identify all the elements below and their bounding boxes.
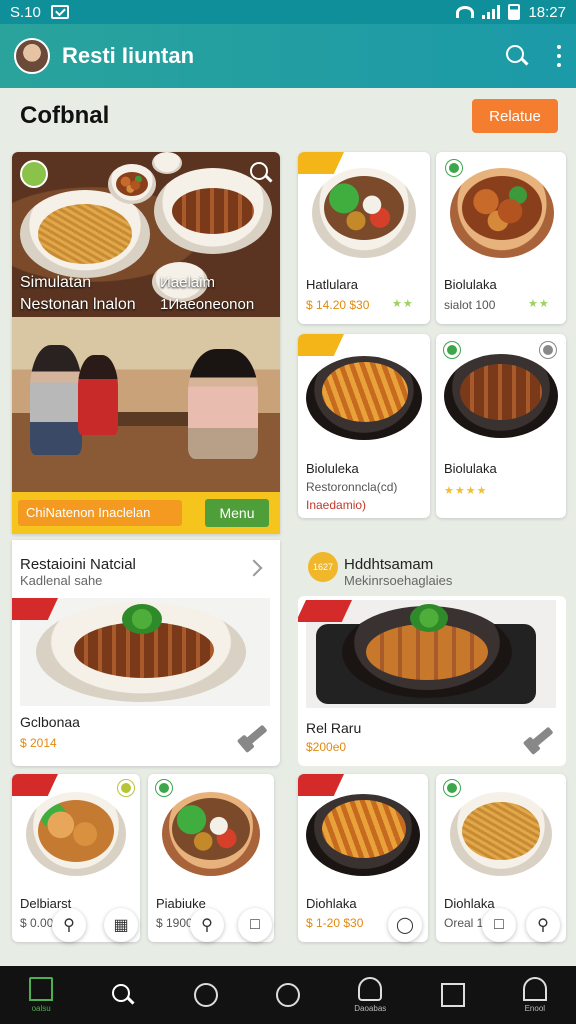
dish-description: Restoronncla(cd) bbox=[306, 480, 398, 494]
nonveg-icon bbox=[540, 342, 556, 358]
dish-name: Biolulaka bbox=[444, 277, 497, 292]
wifi-icon bbox=[456, 6, 475, 18]
section-title: Cofbnal bbox=[20, 102, 110, 129]
more-icon[interactable] bbox=[556, 45, 562, 67]
restaurant-subtitle: Kadlenal sahe bbox=[20, 573, 103, 588]
restaurant-logo-icon bbox=[20, 160, 48, 188]
chat-icon[interactable]: □ bbox=[482, 908, 516, 942]
dish-name: Diohlaka bbox=[444, 896, 495, 911]
nav-search[interactable] bbox=[93, 966, 153, 1024]
nav-profile-label: Enool bbox=[524, 1004, 546, 1013]
search-icon[interactable] bbox=[506, 45, 528, 67]
relatue-button[interactable]: Relatue bbox=[472, 99, 558, 133]
dish-price: $200e0 bbox=[306, 740, 347, 754]
hero-promo-label[interactable]: ChiNatenon Inaclelan bbox=[18, 500, 182, 526]
dish-tile[interactable]: Bioluleka Restoronncla(cd) Inaedamio) bbox=[298, 334, 430, 518]
nav-home-label: oalsu bbox=[31, 1004, 51, 1013]
rating-stars: ★★★★ bbox=[444, 485, 488, 497]
profile-icon bbox=[522, 977, 547, 1001]
app-actions bbox=[506, 45, 562, 67]
veg-icon bbox=[156, 780, 172, 796]
restaurant-list-card[interactable]: 1627 Hddhtsamam Mekinrsoehaglaies Rel Ra… bbox=[298, 540, 566, 766]
dish-price: $ 14.20 $30 bbox=[306, 298, 370, 312]
dish-price: $ 2014 bbox=[20, 736, 57, 750]
dish-tile[interactable]: Hatlulara $ 14.20 $30 ★★ bbox=[298, 152, 430, 324]
tag-badge bbox=[298, 774, 344, 796]
dish-price: sialot 100 bbox=[444, 298, 496, 312]
square-icon bbox=[440, 983, 465, 1007]
restaurant-badge: 1627 bbox=[308, 552, 338, 582]
restaurant-name: Restaioini Natcial bbox=[20, 556, 136, 573]
chat-icon[interactable]: ◯ bbox=[388, 908, 422, 942]
dish-name: Bioluleka bbox=[306, 461, 359, 476]
battery-icon bbox=[508, 4, 521, 20]
tag-badge bbox=[12, 774, 58, 796]
dish-name: Rel Raru bbox=[306, 720, 362, 736]
nav-circle[interactable] bbox=[258, 966, 318, 1024]
hero-title-right: Иaelaim bbox=[160, 274, 215, 291]
dish-price: $ 1-20 $30 bbox=[306, 916, 364, 930]
nav-restaurant[interactable] bbox=[176, 966, 236, 1024]
hero-search-icon[interactable] bbox=[250, 162, 268, 180]
dish-name: Piabiuke bbox=[156, 896, 206, 911]
veg-icon bbox=[444, 780, 460, 796]
dish-name: Biolulaka bbox=[444, 461, 497, 476]
veg-icon bbox=[446, 160, 462, 176]
chef-icon bbox=[358, 977, 383, 1001]
search-icon[interactable]: ⚲ bbox=[526, 908, 560, 942]
notification-icon bbox=[50, 5, 69, 19]
hero-food-photo bbox=[12, 152, 280, 317]
dish-tile[interactable]: Biolulaka ★★★★ bbox=[436, 334, 566, 518]
nav-home[interactable]: oalsu bbox=[11, 966, 71, 1024]
restaurant-list-card[interactable]: Restaioini Natcial Kadlenal sahe Gclbona… bbox=[12, 540, 280, 766]
rating-stars: ★★ bbox=[528, 298, 550, 310]
dish-name: Hatlulara bbox=[306, 277, 359, 292]
hero-subtitle-left: Nestonan lnalon bbox=[20, 296, 136, 313]
home-icon bbox=[29, 977, 54, 1001]
nav-square[interactable] bbox=[423, 966, 483, 1024]
tag-badge bbox=[298, 334, 344, 356]
status-icons: 18:27 bbox=[456, 4, 566, 21]
status-bar: S.10 18:27 bbox=[0, 0, 576, 24]
rating-stars: ★★ bbox=[392, 298, 414, 310]
chevron-right-icon[interactable] bbox=[245, 559, 263, 577]
search-icon[interactable]: ⚲ bbox=[52, 908, 86, 942]
restaurant-name: Hddhtsamam bbox=[344, 556, 434, 573]
status-time: S.10 bbox=[10, 3, 41, 21]
restaurant-icon bbox=[193, 983, 218, 1007]
hero-card[interactable]: Simulatan Nestonan lnalon Иaelaim 1Иаeon… bbox=[12, 152, 280, 534]
search-icon[interactable]: ⚲ bbox=[190, 908, 224, 942]
bookmark-icon[interactable]: □ bbox=[238, 908, 272, 942]
menu-button[interactable]: Menu bbox=[205, 499, 269, 527]
circle-icon bbox=[275, 983, 300, 1007]
nav-chef[interactable]: Daoabas bbox=[340, 966, 400, 1024]
veg-icon bbox=[444, 342, 460, 358]
veg-icon bbox=[118, 780, 134, 796]
nav-profile[interactable]: Enool bbox=[505, 966, 565, 1024]
dish-name: Gclbonaa bbox=[20, 714, 80, 730]
app-title: Resti Iiuntan bbox=[62, 43, 195, 68]
status-right-time: 18:27 bbox=[528, 3, 566, 21]
hero-subtitle-right: 1Иаeoneonon bbox=[160, 296, 255, 313]
signal-icon bbox=[482, 5, 501, 19]
hero-title-left: Simulatan bbox=[20, 274, 92, 291]
avatar[interactable] bbox=[14, 38, 50, 74]
hero-dining-photo bbox=[12, 317, 280, 492]
app-bar: Resti Iiuntan bbox=[0, 24, 576, 88]
tag-badge bbox=[298, 152, 344, 174]
grid-icon[interactable]: ▦ bbox=[104, 908, 138, 942]
dish-note: Inaedamio) bbox=[306, 498, 367, 512]
dish-price: $ 0.00 bbox=[20, 916, 54, 930]
nav-chef-label: Daoabas bbox=[354, 1004, 387, 1013]
restaurant-subtitle: Mekinrsoehaglaies bbox=[344, 573, 453, 588]
dish-tile[interactable]: Biolulaka sialot 100 ★★ bbox=[436, 152, 566, 324]
utensil-icon[interactable] bbox=[242, 724, 268, 748]
dish-name: Diohlaka bbox=[306, 896, 357, 911]
search-icon bbox=[112, 984, 134, 1006]
bottom-navigation: oalsu Daoabas Enool bbox=[0, 966, 576, 1024]
hero-action-bar: ChiNatenon Inaclelan Menu bbox=[12, 492, 280, 534]
